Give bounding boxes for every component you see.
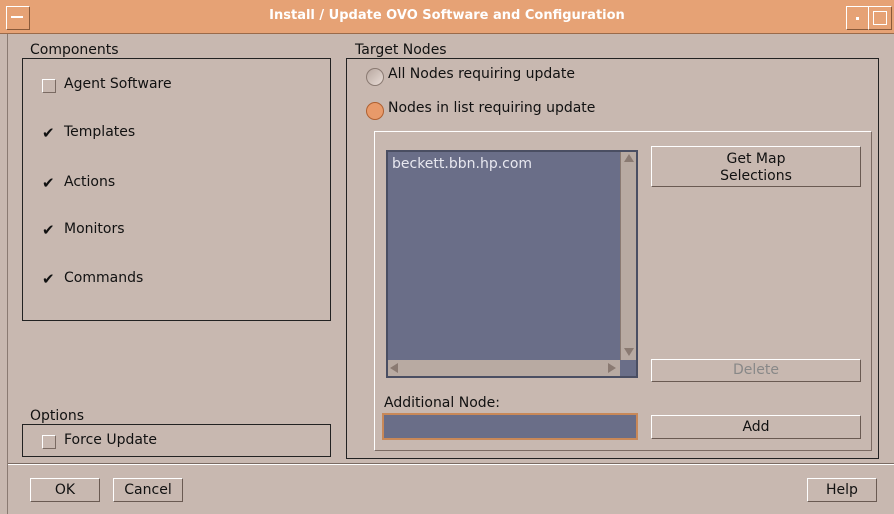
actions-label: Actions [64,174,116,190]
node-list-item[interactable]: beckett.bbn.hp.com [392,156,532,172]
radio-all-nodes-label: All Nodes requiring update [388,66,575,82]
minimize-button[interactable] [846,6,870,30]
templates-checkbox-checkmark-icon[interactable]: ✔ [42,126,55,141]
scroll-left-icon[interactable] [390,363,398,373]
maximize-icon [873,11,887,25]
agent-software-label: Agent Software [64,76,172,92]
footer-separator [8,463,894,465]
templates-label: Templates [64,124,136,140]
get-map-selections-button[interactable]: Get Map Selections [651,146,861,187]
options-label: Options [30,408,85,424]
radio-nodes-in-list-label: Nodes in list requiring update [388,100,596,116]
window-border-left [0,34,8,514]
title-bar[interactable]: Install / Update OVO Software and Config… [0,0,894,34]
vertical-scrollbar[interactable] [620,152,636,360]
agent-software-checkbox[interactable] [42,79,56,93]
delete-button[interactable]: Delete [651,359,861,382]
component-commands[interactable]: ✔ Commands [42,270,292,290]
actions-checkbox-checkmark-icon[interactable]: ✔ [42,176,55,191]
additional-node-input[interactable] [382,413,638,440]
radio-all-nodes[interactable]: All Nodes requiring update [366,66,666,86]
node-listbox[interactable]: beckett.bbn.hp.com [386,150,638,378]
scroll-down-icon[interactable] [624,348,634,356]
force-update-label: Force Update [64,432,158,448]
window-title: Install / Update OVO Software and Config… [269,8,625,23]
force-update-checkbox[interactable] [42,435,56,449]
component-monitors[interactable]: ✔ Monitors [42,221,292,241]
component-templates[interactable]: ✔ Templates [42,124,292,144]
help-button[interactable]: Help [807,478,877,502]
cancel-button[interactable]: Cancel [113,478,183,502]
force-update-option[interactable]: Force Update [42,432,292,452]
additional-node-label: Additional Node: [384,395,500,411]
monitors-checkbox-checkmark-icon[interactable]: ✔ [42,223,55,238]
component-agent-software[interactable]: Agent Software [42,76,292,96]
maximize-button[interactable] [868,6,892,30]
commands-label: Commands [64,270,144,286]
horizontal-scrollbar[interactable] [388,360,620,376]
component-actions[interactable]: ✔ Actions [42,174,292,194]
scroll-up-icon[interactable] [624,154,634,162]
ok-button[interactable]: OK [30,478,100,502]
radio-nodes-in-list[interactable]: Nodes in list requiring update [366,100,666,120]
minimize-icon [856,17,859,20]
scroll-right-icon[interactable] [608,363,616,373]
radio-all-nodes-indicator[interactable] [366,68,384,86]
radio-nodes-in-list-indicator[interactable] [366,102,384,120]
monitors-label: Monitors [64,221,125,237]
components-label: Components [30,42,119,58]
commands-checkbox-checkmark-icon[interactable]: ✔ [42,272,55,287]
target-nodes-label: Target Nodes [355,42,447,58]
add-button[interactable]: Add [651,415,861,439]
